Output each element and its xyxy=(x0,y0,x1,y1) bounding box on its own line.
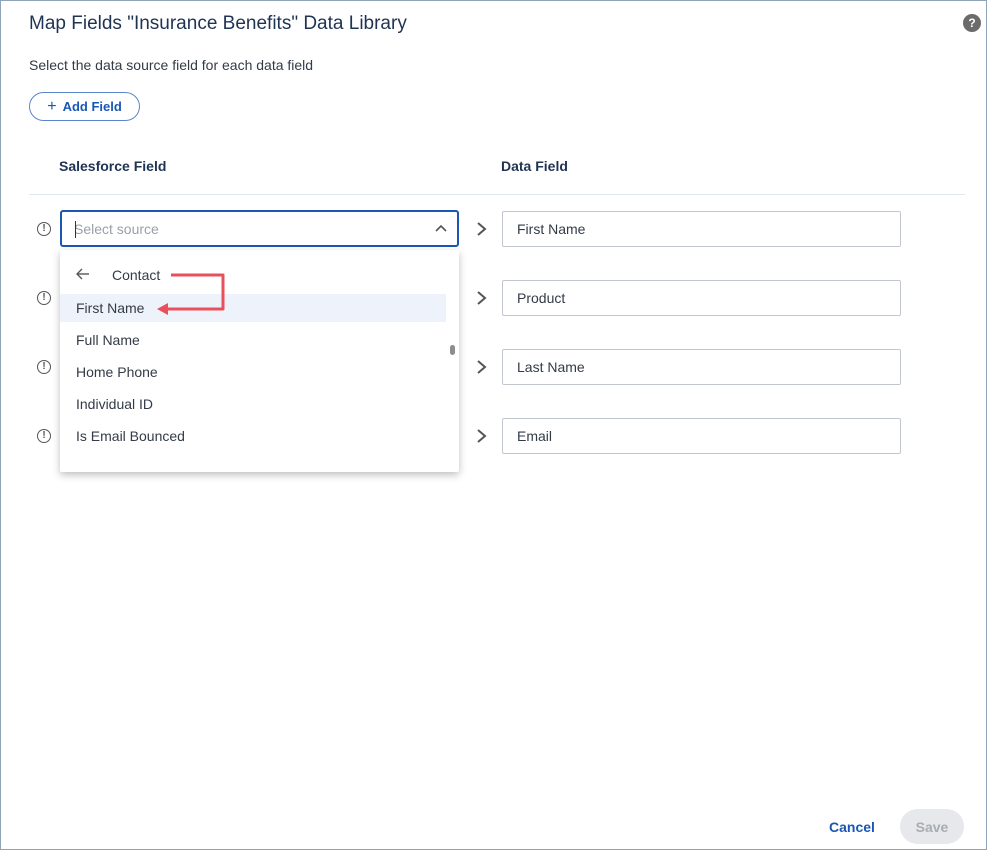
chevron-up-icon[interactable] xyxy=(434,222,448,236)
help-icon[interactable]: ? xyxy=(963,14,981,32)
warning-icon: ! xyxy=(37,291,51,305)
dropdown-scrollbar[interactable] xyxy=(450,345,455,355)
text-cursor xyxy=(75,221,76,238)
dropdown-item[interactable]: Is Email Bounced xyxy=(60,422,446,450)
header-divider xyxy=(29,194,965,195)
data-field-header: Data Field xyxy=(501,158,568,174)
chevron-right-icon xyxy=(477,291,487,305)
chevron-right-icon xyxy=(477,360,487,374)
save-button[interactable]: Save xyxy=(900,809,964,844)
data-field-input[interactable]: Last Name xyxy=(502,349,901,385)
dialog-subtitle: Select the data source field for each da… xyxy=(29,57,314,73)
plus-icon: + xyxy=(47,97,57,115)
dropdown-item[interactable]: First Name xyxy=(60,294,446,322)
back-arrow-icon[interactable] xyxy=(76,268,90,280)
map-fields-dialog: Map Fields "Insurance Benefits" Data Lib… xyxy=(0,0,987,850)
add-field-button[interactable]: + Add Field xyxy=(29,92,140,121)
dropdown-item[interactable]: Full Name xyxy=(60,326,446,354)
chevron-right-icon xyxy=(477,429,487,443)
warning-icon: ! xyxy=(37,222,51,236)
source-select-input[interactable] xyxy=(74,212,414,245)
add-field-label: Add Field xyxy=(62,99,122,114)
dropdown-item[interactable]: Home Phone xyxy=(60,358,446,386)
chevron-right-icon xyxy=(477,222,487,236)
data-field-input[interactable]: First Name xyxy=(502,211,901,247)
source-dropdown: Contact First Name Full Name Home Phone … xyxy=(60,250,459,472)
cancel-button[interactable]: Cancel xyxy=(819,810,885,844)
warning-icon: ! xyxy=(37,429,51,443)
warning-icon: ! xyxy=(37,360,51,374)
dropdown-item[interactable]: Individual ID xyxy=(60,390,446,418)
data-field-input[interactable]: Email xyxy=(502,418,901,454)
salesforce-field-header: Salesforce Field xyxy=(59,158,167,174)
dialog-title: Map Fields "Insurance Benefits" Data Lib… xyxy=(29,13,407,34)
dropdown-group-label: Contact xyxy=(112,267,161,283)
source-select[interactable] xyxy=(60,210,459,247)
data-field-input[interactable]: Product xyxy=(502,280,901,316)
